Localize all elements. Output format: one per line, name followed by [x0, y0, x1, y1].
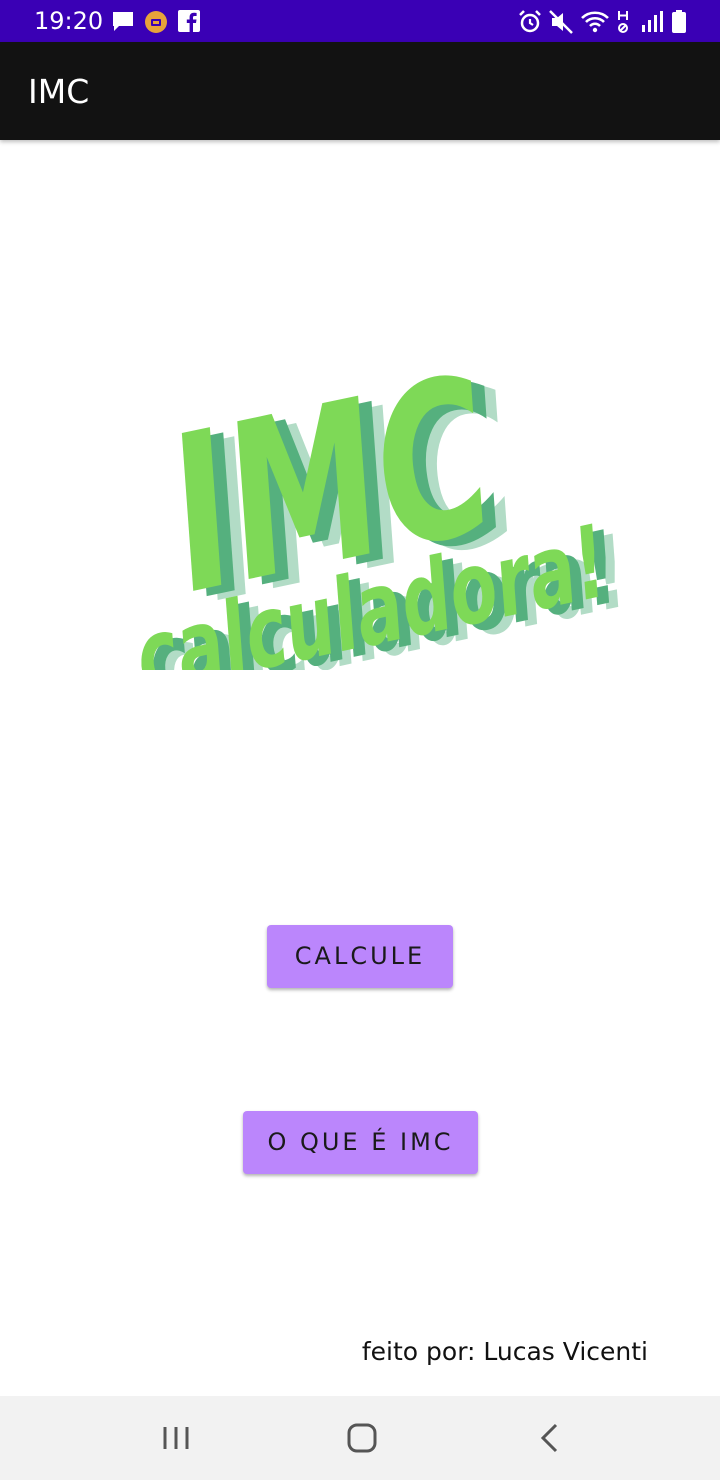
- status-time: 19:20: [34, 7, 104, 35]
- mute-icon: [549, 10, 573, 34]
- chat-bubble-icon: [113, 12, 133, 31]
- navigation-bar: [0, 1396, 720, 1480]
- home-icon[interactable]: [342, 1418, 382, 1458]
- status-bar: 19:20: [0, 0, 720, 42]
- credit-text: feito por: Lucas Vicenti: [361, 1337, 648, 1366]
- wifi-icon: [581, 11, 609, 33]
- data-h-icon: [618, 11, 628, 33]
- battery-icon: [672, 10, 686, 33]
- app-bar: IMC: [0, 42, 720, 140]
- facebook-icon: [178, 10, 200, 33]
- recents-icon[interactable]: [156, 1418, 196, 1458]
- logo-front: IMC calculadora!: [125, 329, 617, 670]
- vpn-badge-icon: [145, 11, 167, 33]
- signal-icon: [642, 11, 663, 32]
- imc-calculadora-logo: IMC calculadora! IMC calculadora! IMC ca…: [125, 329, 637, 670]
- alarm-icon: [519, 10, 541, 33]
- o-que-e-imc-button[interactable]: O QUE É IMC: [243, 1111, 478, 1174]
- calcule-button[interactable]: CALCULE: [267, 925, 453, 988]
- app-title: IMC: [28, 72, 90, 111]
- back-icon[interactable]: [530, 1418, 570, 1458]
